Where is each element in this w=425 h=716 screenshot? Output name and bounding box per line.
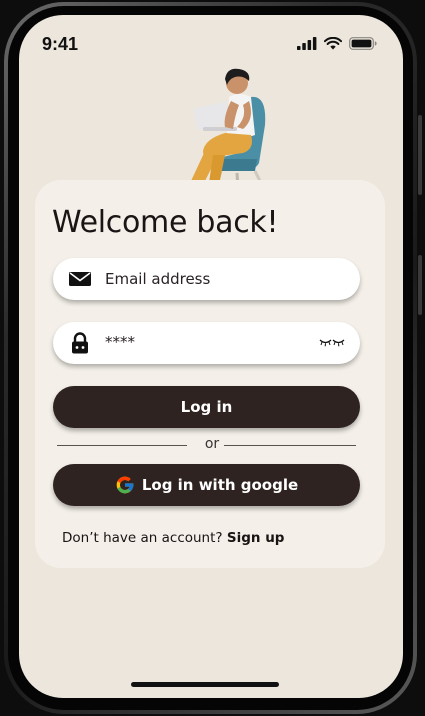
screen: 9:41 Welcome back! Email address **** Lo… <box>19 15 403 698</box>
closed-eye-icon[interactable] <box>319 336 345 350</box>
envelope-icon <box>69 272 91 286</box>
signup-prompt: Don’t have an account? <box>62 530 223 546</box>
lock-icon <box>72 332 88 354</box>
phone-frame: 9:41 Welcome back! Email address **** Lo… <box>0 0 425 716</box>
password-value[interactable]: **** <box>105 333 135 351</box>
divider-line-right <box>224 445 356 446</box>
side-button <box>418 255 422 315</box>
home-indicator[interactable] <box>131 682 279 687</box>
status-icons <box>297 37 377 50</box>
cellular-signal-icon <box>297 37 317 50</box>
page-title: Welcome back! <box>52 205 279 240</box>
google-login-button[interactable]: Log in with google <box>53 464 360 506</box>
email-field[interactable] <box>53 258 360 300</box>
divider-line-left <box>57 445 187 446</box>
password-field[interactable]: **** <box>53 322 360 364</box>
status-time: 9:41 <box>42 34 79 54</box>
google-logo-icon <box>116 476 134 494</box>
side-button <box>418 115 422 195</box>
status-bar: 9:41 <box>19 15 403 75</box>
divider-text: or <box>204 436 220 452</box>
signup-row: Don’t have an account? Sign up <box>62 530 284 546</box>
email-input[interactable] <box>105 258 325 300</box>
signup-link[interactable]: Sign up <box>227 530 285 546</box>
google-button-label: Log in with google <box>141 476 299 494</box>
login-button[interactable]: Log in <box>53 386 360 428</box>
wifi-icon <box>324 37 342 50</box>
battery-icon <box>349 37 377 50</box>
